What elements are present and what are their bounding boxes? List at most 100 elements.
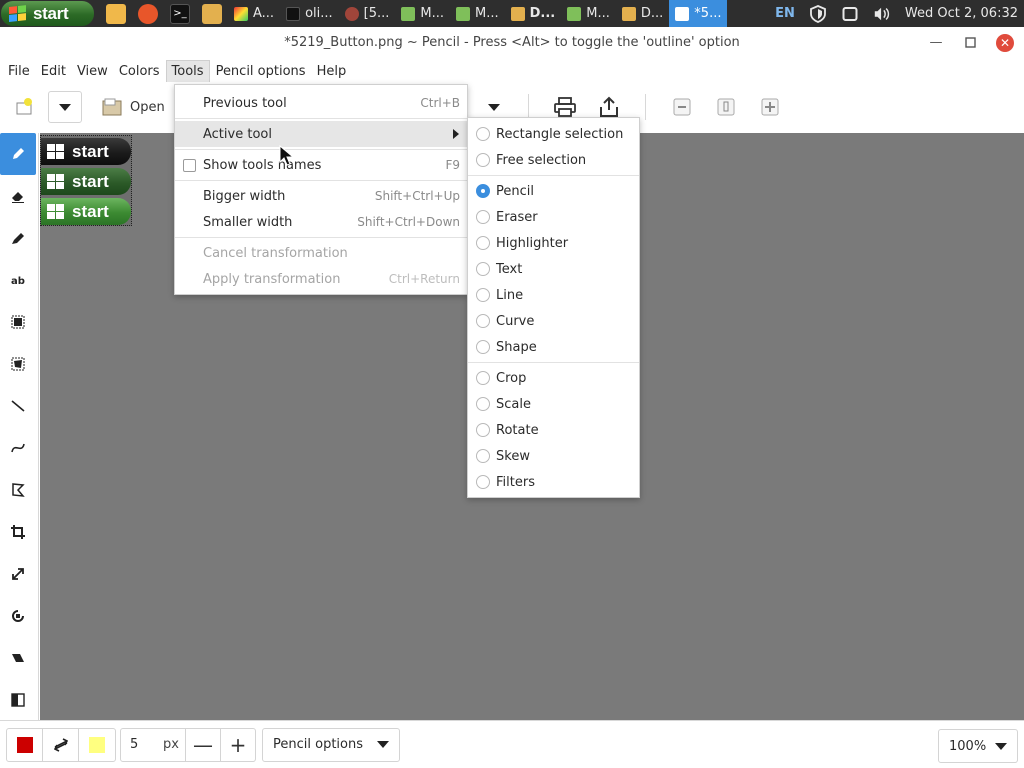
tool-eraser[interactable] [0, 175, 36, 217]
close-icon[interactable]: ✕ [996, 33, 1014, 52]
tool-size-unit: px [163, 737, 179, 752]
tool-rotate[interactable] [0, 595, 36, 637]
menu-separator [175, 149, 467, 150]
new-image-button[interactable] [8, 91, 40, 123]
tool-filters[interactable] [0, 679, 36, 721]
swap-colors-button[interactable] [43, 728, 79, 761]
eraser-icon [12, 192, 24, 203]
radio-icon [476, 475, 490, 489]
add-image-button[interactable] [754, 91, 786, 123]
task-folder-2[interactable]: D... [616, 0, 669, 27]
radio-free-selection[interactable]: Free selection [468, 147, 639, 173]
radio-rectangle-selection[interactable]: Rectangle selection [468, 121, 639, 147]
tool-size-value[interactable]: 5 [121, 729, 163, 761]
new-options-dropdown[interactable] [48, 91, 82, 123]
menu-item-active-tool[interactable]: Active tool [175, 121, 467, 147]
task-ubuntu[interactable]: [5... [339, 0, 396, 27]
minimize-image-button[interactable] [666, 91, 698, 123]
image-area[interactable]: start start start [40, 135, 132, 226]
terminal-icon[interactable]: >_ [170, 3, 190, 24]
tool-text[interactable]: ab [0, 259, 36, 301]
open-button[interactable]: Open [92, 91, 175, 123]
secondary-color-button[interactable] [79, 729, 115, 761]
window-list-icon[interactable] [841, 5, 859, 23]
tool-crop[interactable] [0, 511, 36, 553]
volume-icon[interactable] [873, 5, 891, 23]
minimize-icon[interactable]: — [928, 35, 944, 51]
window-controls: — ✕ [928, 27, 1014, 58]
tool-pencil[interactable] [0, 133, 36, 175]
menu-file[interactable]: File [3, 61, 35, 82]
menu-separator [175, 180, 467, 181]
task-editor-2[interactable]: M... [450, 0, 505, 27]
shield-icon[interactable] [809, 4, 827, 23]
task-editor-1[interactable]: M... [395, 0, 450, 27]
main-color-button[interactable] [7, 728, 43, 761]
menu-pencil-options[interactable]: Pencil options [211, 61, 311, 82]
menu-item-bigger-width[interactable]: Bigger width Shift+Ctrl+Up [175, 183, 467, 209]
firefox-icon[interactable] [138, 3, 158, 24]
radio-filters[interactable]: Filters [468, 469, 639, 495]
clock[interactable]: Wed Oct 2, 06:32 [905, 6, 1018, 21]
menu-colors[interactable]: Colors [114, 61, 165, 82]
menu-item-show-tools-names[interactable]: Show tools names F9 [175, 152, 467, 178]
radio-text[interactable]: Text [468, 256, 639, 282]
decrease-size-button[interactable]: — [185, 728, 220, 761]
taskbar-launchers: >_ [100, 0, 228, 27]
ubuntu-icon [344, 6, 359, 21]
pencil-options-button[interactable]: Pencil options [262, 727, 400, 762]
terminal-icon [286, 6, 301, 21]
radio-eraser[interactable]: Eraser [468, 204, 639, 230]
task-color-app[interactable]: A... [228, 0, 280, 27]
menu-tools[interactable]: Tools [165, 60, 210, 82]
increase-size-button[interactable]: + [220, 728, 255, 761]
radio-rotate[interactable]: Rotate [468, 417, 639, 443]
minimize-image-icon [673, 98, 691, 116]
radio-shape[interactable]: Shape [468, 334, 639, 360]
show-tools-names-checkbox[interactable] [183, 158, 196, 172]
task-editor-3[interactable]: M... [561, 0, 616, 27]
zoom-button[interactable]: 100% [938, 729, 1018, 763]
menu-help[interactable]: Help [312, 61, 352, 82]
start-button[interactable]: start [1, 1, 94, 26]
menubar: File Edit View Colors Tools Pencil optio… [0, 58, 1024, 84]
rotate-image-button[interactable] [710, 91, 742, 123]
radio-pencil[interactable]: Pencil [468, 178, 639, 204]
scale-icon [12, 568, 24, 580]
radio-icon [476, 127, 490, 141]
pencil-icon [13, 148, 24, 159]
radio-crop[interactable]: Crop [468, 365, 639, 391]
radio-scale[interactable]: Scale [468, 391, 639, 417]
tool-rect-selection[interactable] [0, 301, 36, 343]
tool-size-spinner: 5 px — + [120, 727, 256, 762]
menu-separator [175, 237, 467, 238]
folder-icon[interactable] [202, 3, 222, 24]
tool-free-selection[interactable] [0, 343, 36, 385]
keyboard-layout[interactable]: EN [775, 6, 795, 21]
menu-edit[interactable]: Edit [36, 61, 71, 82]
tool-skew[interactable] [0, 637, 36, 679]
maximize-icon[interactable] [962, 35, 978, 51]
open-label: Open [130, 99, 165, 115]
tool-curve[interactable] [0, 427, 36, 469]
menu-view[interactable]: View [72, 61, 113, 82]
tool-highlighter[interactable] [0, 217, 36, 259]
tool-shape[interactable] [0, 469, 36, 511]
radio-curve[interactable]: Curve [468, 308, 639, 334]
tool-line[interactable] [0, 385, 36, 427]
task-pencil[interactable]: *5... [669, 0, 728, 27]
text-icon: ab [11, 276, 25, 287]
radio-skew[interactable]: Skew [468, 443, 639, 469]
radio-highlighter[interactable]: Highlighter [468, 230, 639, 256]
new-image-icon [16, 98, 32, 115]
task-folder-1[interactable]: D... [505, 0, 562, 27]
radio-line[interactable]: Line [468, 282, 639, 308]
tool-scale[interactable] [0, 553, 36, 595]
notes-icon[interactable] [106, 3, 126, 24]
highlighter-icon [12, 233, 24, 244]
menu-item-smaller-width[interactable]: Smaller width Shift+Ctrl+Down [175, 209, 467, 235]
rect-selection-icon [11, 315, 25, 329]
task-terminal[interactable]: oli... [280, 0, 339, 27]
menu-item-previous-tool[interactable]: Previous tool Ctrl+B [175, 90, 467, 116]
bottom-options-bar: 5 px — + Pencil options 100% [0, 720, 1024, 768]
